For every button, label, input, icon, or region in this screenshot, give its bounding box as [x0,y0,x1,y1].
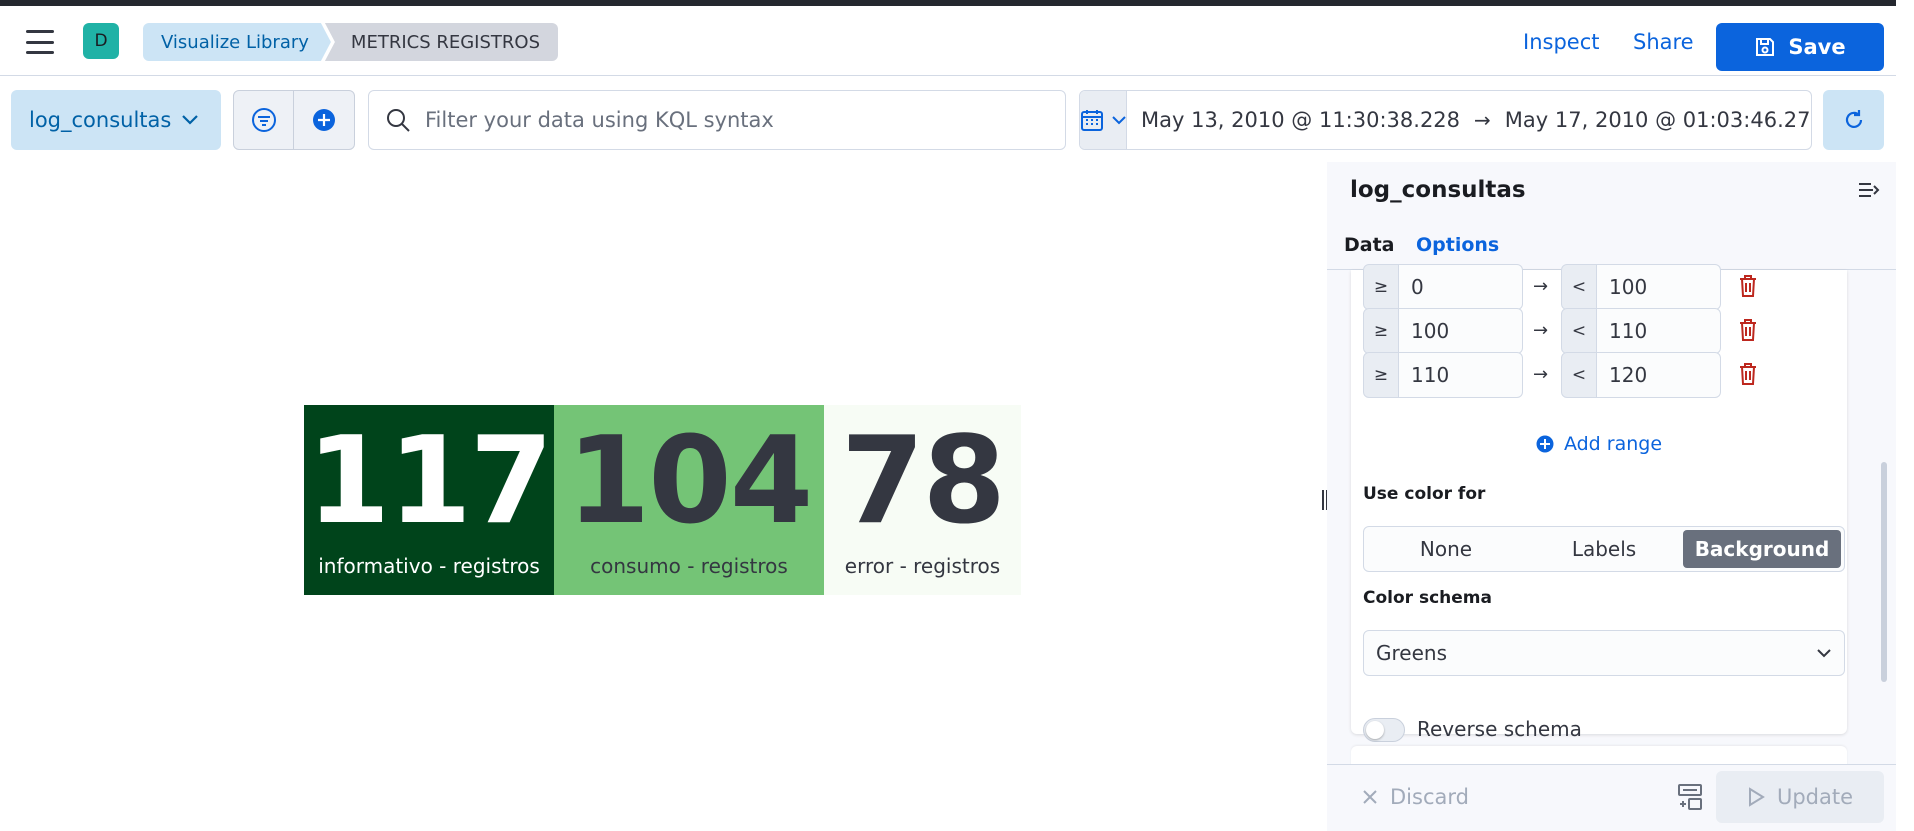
metric-tile: 104 consumo - registros [554,405,824,595]
inspect-link[interactable]: Inspect [1523,30,1599,54]
plus-circle-icon [1536,435,1554,453]
reverse-schema-toggle[interactable] [1363,718,1405,742]
use-color-for-group: None Labels Background [1363,526,1845,572]
gte-prefix: ≥ [1363,308,1399,354]
share-link[interactable]: Share [1633,30,1694,54]
collapse-sidebar-icon[interactable] [1857,180,1881,200]
gte-prefix: ≥ [1363,352,1399,398]
chevron-down-icon [1817,649,1831,658]
space-avatar[interactable]: D [83,23,119,59]
discard-label: Discard [1390,785,1469,809]
color-schema-value: Greens [1376,641,1447,665]
refresh-icon [1845,110,1862,128]
range-from-input[interactable]: 110 [1399,352,1523,398]
range-row: ≥ 110 → < 120 [1363,352,1833,398]
range-to-input[interactable]: 110 [1597,308,1721,354]
filter-menu-button[interactable] [234,91,295,149]
tab-data[interactable]: Data [1344,234,1395,256]
use-color-for-label: Use color for [1363,484,1486,504]
trash-icon[interactable] [1737,318,1759,342]
save-icon [1756,38,1775,56]
close-icon [1363,790,1377,804]
range-to-input[interactable]: 100 [1597,264,1721,310]
trash-icon[interactable] [1737,274,1759,298]
metric-tile: 117 informativo - registros [304,405,554,595]
app-header: D Visualize Library METRICS REGISTROS In… [0,6,1896,76]
breadcrumb-current: METRICS REGISTROS [324,23,559,61]
gte-prefix: ≥ [1363,264,1399,310]
range-to-input[interactable]: 120 [1597,352,1721,398]
range-from-input[interactable]: 0 [1399,264,1523,310]
reverse-schema-label: Reverse schema [1417,717,1582,741]
breadcrumb-visualize-library[interactable]: Visualize Library [143,23,331,61]
sidebar-title: log_consultas [1350,177,1526,203]
discard-button[interactable]: Discard [1362,785,1469,809]
chevron-down-icon [1112,116,1126,125]
color-option-labels[interactable]: Labels [1525,530,1683,568]
arrow-right-icon: → [1533,364,1549,385]
refresh-button[interactable] [1823,90,1884,150]
editor-sidebar: log_consultas Data Options ≥ 0 → < 100 ≥… [1327,162,1896,831]
sidebar-tabs: Data Options [1327,222,1896,270]
data-view-picker[interactable]: log_consultas [11,90,221,150]
kql-search [368,90,1066,150]
date-picker: May 13, 2010 @ 11:30:38.228 → May 17, 20… [1079,90,1812,150]
range-row: ≥ 0 → < 100 [1363,264,1833,310]
options-card: ≥ 0 → < 100 ≥ 100 → < 110 ≥ 110 → < 120 … [1351,264,1847,742]
data-view-label: log_consultas [29,108,172,132]
search-icon [387,109,410,132]
metric-value: 117 [306,412,553,551]
metric-label: error - registros [844,554,1001,578]
save-label: Save [1788,35,1846,59]
menu-icon[interactable] [26,30,54,54]
arrow-right-icon: → [1533,276,1549,297]
update-label: Update [1776,785,1854,809]
auto-apply-icon[interactable] [1677,783,1703,811]
metric-value: 78 [841,412,1006,551]
plus-circle-icon [313,109,335,131]
lt-prefix: < [1561,264,1597,310]
metric-value: 104 [566,412,813,551]
color-option-none[interactable]: None [1367,530,1525,568]
metric-tile: 78 error - registros [824,405,1021,595]
color-schema-select[interactable]: Greens [1363,630,1845,676]
sidebar-scrollbar[interactable] [1881,462,1887,682]
lt-prefix: < [1561,352,1597,398]
metric-label: consumo - registros [590,554,788,578]
add-filter-button[interactable] [294,91,354,149]
quick-date-menu[interactable] [1080,91,1127,149]
date-arrow-icon: → [1474,108,1491,132]
calendar-icon [1081,110,1103,131]
visualization-canvas: 117 informativo - registros 104 consumo … [0,162,1325,831]
window-scrollbar[interactable] [1896,0,1914,831]
metric-label: informativo - registros [318,554,540,578]
color-option-background[interactable]: Background [1683,530,1841,568]
range-from-input[interactable]: 100 [1399,308,1523,354]
color-schema-label: Color schema [1363,588,1492,608]
add-range-label: Add range [1563,433,1663,455]
trash-icon[interactable] [1737,362,1759,386]
arrow-right-icon: → [1533,320,1549,341]
breadcrumb: Visualize Library METRICS REGISTROS [143,23,559,61]
add-range-button[interactable]: Add range [1351,433,1847,455]
range-row: ≥ 100 → < 110 [1363,308,1833,354]
filter-controls [233,90,355,150]
filter-icon [251,108,276,132]
update-button[interactable]: Update [1716,771,1884,823]
play-icon [1748,787,1765,807]
lt-prefix: < [1561,308,1597,354]
search-input[interactable] [425,108,1025,132]
date-start[interactable]: May 13, 2010 @ 11:30:38.228 [1127,108,1474,132]
query-bar: log_consultas May 13, 2010 @ 11:30:38.22… [0,77,1896,162]
chevron-down-icon [182,115,199,125]
sidebar-footer: Discard Update [1327,764,1896,831]
save-button[interactable]: Save [1716,23,1884,71]
date-end[interactable]: May 17, 2010 @ 01:03:46.279 [1491,108,1811,132]
